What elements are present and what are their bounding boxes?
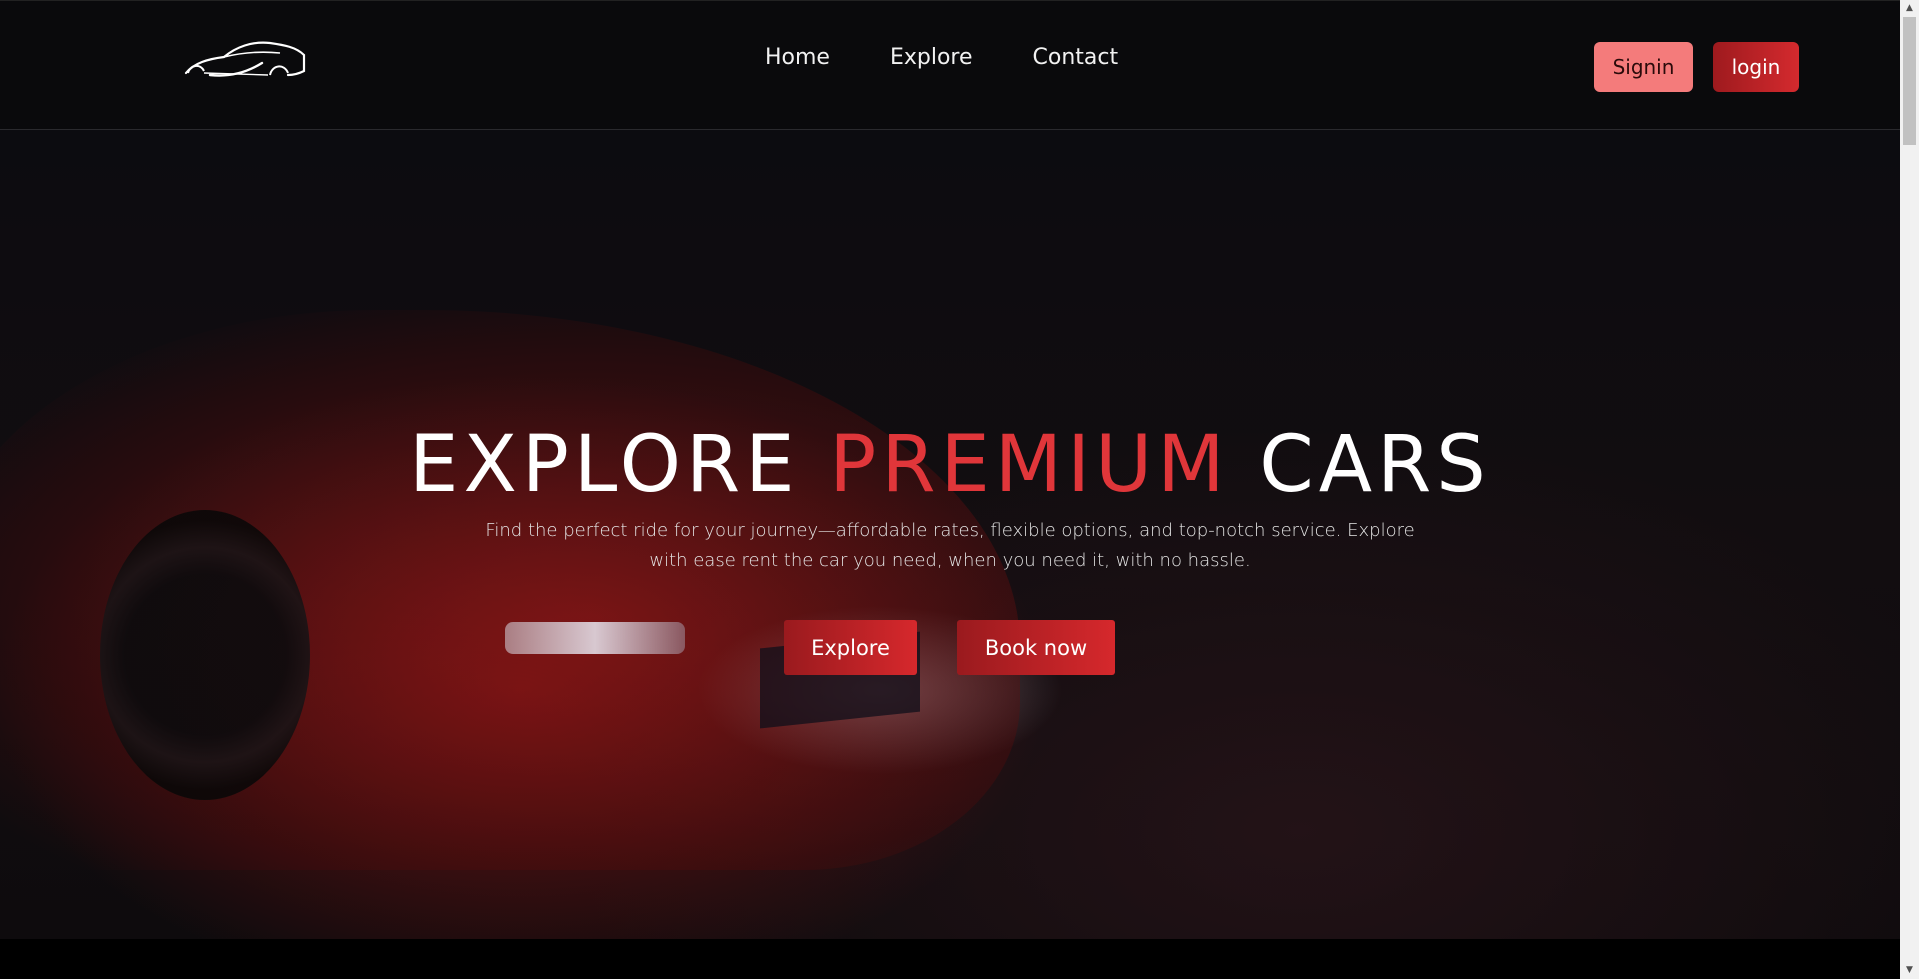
hero-subtitle: Find the perfect ride for your journey—a… [485, 520, 1415, 571]
page-viewport: Home Explore Contact Signin login EXPLOR… [0, 0, 1900, 979]
signin-button[interactable]: Signin [1594, 42, 1693, 92]
vertical-scrollbar[interactable]: ▲ ▼ [1900, 0, 1919, 979]
book-now-button[interactable]: Book now [957, 620, 1115, 675]
hero-title-part2: CARS [1229, 420, 1491, 510]
nav-link-explore[interactable]: Explore [890, 45, 973, 70]
hero-section: EXPLORE PREMIUM CARS Find the perfect ri… [0, 130, 1900, 939]
scrollbar-thumb[interactable] [1903, 17, 1916, 145]
hero-content: EXPLORE PREMIUM CARS Find the perfect ri… [0, 130, 1900, 939]
main-nav: Home Explore Contact [765, 45, 1178, 70]
arrow-down-icon[interactable]: ▼ [1900, 962, 1919, 979]
hero-title-part1: EXPLORE [409, 420, 830, 510]
login-button[interactable]: login [1713, 42, 1799, 92]
nav-link-contact[interactable]: Contact [1033, 45, 1119, 70]
hero-buttons: Explore Book now [784, 620, 1115, 675]
nav-link-home[interactable]: Home [765, 45, 830, 70]
hero-title: EXPLORE PREMIUM CARS [0, 420, 1900, 510]
auth-buttons: Signin login [1594, 42, 1799, 92]
explore-button[interactable]: Explore [784, 620, 917, 675]
car-logo-icon[interactable] [184, 37, 306, 87]
hero-title-accent: PREMIUM [829, 420, 1230, 510]
navbar: Home Explore Contact Signin login [0, 0, 1900, 130]
arrow-up-icon[interactable]: ▲ [1900, 0, 1919, 17]
